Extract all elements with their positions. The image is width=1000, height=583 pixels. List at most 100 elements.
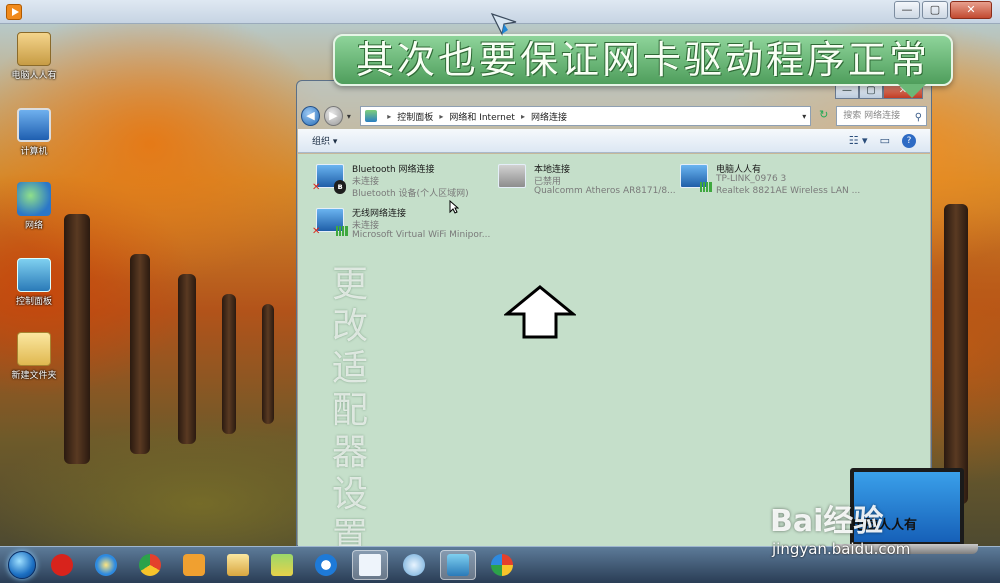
tree-trunk [64,214,90,464]
organize-menu-button[interactable]: 组织 ▾ [312,134,337,147]
taskbar-app-1[interactable] [44,550,80,580]
wifi-signal-icon [336,226,348,236]
player-app-icon [6,4,22,20]
bluetooth-icon: ʙ [334,180,346,194]
control-panel-icon [447,554,469,576]
user-folder-icon [17,32,51,66]
annotation-char: 改 [331,306,368,347]
taskbar-app-10[interactable] [396,550,432,580]
breadcrumb-control-panel[interactable]: 控制面板 [397,110,433,123]
address-bar: ◀ ▶ ▾ ▸ 控制面板 ▸ 网络和 Internet ▸ 网络连接 ▾ ↻ 搜… [301,105,928,127]
computer-icon [17,108,51,142]
player-maximize-button[interactable]: ▢ [922,1,948,19]
connection-bluetooth[interactable]: ✕ ʙ Bluetooth 网络连接 未连接 Bluetooth 设备(个人区域… [312,160,490,204]
taskbar-explorer[interactable] [220,550,256,580]
desktop-icon-new-folder[interactable]: 新建文件夹 [4,332,64,381]
start-orb-icon[interactable] [8,551,36,579]
tree-trunk [130,254,150,454]
watermark-url: jingyan.baidu.com [772,540,911,558]
desktop-icon-label: 控制面板 [15,297,52,307]
internet-explorer-icon [95,554,117,576]
history-dropdown-icon[interactable]: ▾ [347,112,356,121]
tree-trunk [178,274,196,444]
app-red-circle-icon [51,554,73,576]
taskbar-paint[interactable] [484,550,520,580]
mouse-pointer-icon [449,200,459,214]
desktop-icon-user[interactable]: 电脑人人有 [4,32,64,81]
network-globe-icon [17,182,51,216]
annotation-char: 更 [331,264,368,305]
taskbar-app-7[interactable] [264,550,300,580]
app-blue-ring-icon [315,554,337,576]
tree-trunk [222,294,236,434]
media-player-icon [183,554,205,576]
connection-wireless-active[interactable]: 电脑人人有 TP-LINK_0976 3 Realtek 8821AE Wire… [676,160,860,204]
desktop-icon-control-panel[interactable]: 控制面板 [4,258,64,307]
connection-device: Realtek 8821AE Wireless LAN ... [716,186,861,196]
paint-palette-icon [491,554,513,576]
taskbar-document[interactable] [352,550,388,580]
back-arrow-icon[interactable]: ◀ [301,106,320,126]
connection-local[interactable]: 本地连接 已禁用 Qualcomm Atheros AR8171/8... [494,160,676,204]
taskbar-app-8[interactable] [308,550,344,580]
app-flower-icon [403,554,425,576]
annotation-char: 配 [331,390,368,431]
control-panel-icon [17,258,51,292]
search-placeholder: 搜索 网络连接 [843,111,901,121]
wifi-signal-icon [700,182,712,192]
connection-status: TP-LINK_0976 3 [716,174,787,184]
tree-trunk [944,204,968,504]
address-path[interactable]: ▸ 控制面板 ▸ 网络和 Internet ▸ 网络连接 ▾ [360,106,812,126]
breadcrumb-network-internet[interactable]: 网络和 Internet [449,110,515,123]
taskbar-control-panel[interactable] [440,550,476,580]
network-connections-window: — ▢ ✕ ◀ ▶ ▾ ▸ 控制面板 ▸ 网络和 Internet ▸ 网络连接… [296,80,932,557]
refresh-icon[interactable]: ↻ [815,106,832,126]
annotation-char: 设 [331,474,368,515]
baidu-watermark-logo: Bai经验 [770,496,883,540]
watermark-brand-text: Bai经验 [770,504,884,539]
tree-trunk [262,304,274,424]
desktop-icon-computer[interactable]: 计算机 [4,108,64,157]
taskbar-chrome[interactable] [132,550,168,580]
taskbar-media[interactable] [176,550,212,580]
player-close-button[interactable]: ✕ [950,1,992,19]
player-minimize-button[interactable]: — [894,1,920,19]
connection-device: Bluetooth 设备(个人区域网) [352,189,469,199]
instruction-banner: 其次也要保证网卡驱动程序正常 [333,34,953,86]
command-bar: 组织 ▾ ☷ ▾ ▭ ? [298,129,930,153]
connection-wireless-virtual[interactable]: ✕ 无线网络连接 未连接 Microsoft Virtual WiFi Mini… [312,204,490,248]
cursor-arrow-icon [490,12,517,36]
breadcrumb-network-connections[interactable]: 网络连接 [531,110,567,123]
app-map-icon [271,554,293,576]
search-input[interactable]: 搜索 网络连接 ⚲ [836,106,928,126]
address-dropdown-icon[interactable]: ▾ [802,112,806,121]
disconnected-x-icon: ✕ [312,226,321,237]
chrome-icon [139,554,161,576]
chevron-right-icon[interactable]: ▸ [439,112,443,121]
annotation-char: 器 [331,432,368,473]
chevron-right-icon[interactable]: ▸ [387,112,391,121]
desktop-icon-label: 新建文件夹 [11,371,57,381]
control-panel-icon [365,110,378,122]
vertical-annotation-text: 更 改 适 配 器 设 置 [328,264,372,558]
view-options-icon[interactable]: ☷ ▾ [849,134,868,147]
connection-device: Microsoft Virtual WiFi Minipor... [352,230,491,240]
file-explorer-icon [227,554,249,576]
forward-arrow-icon[interactable]: ▶ [323,106,343,126]
player-window-controls: — ▢ ✕ [894,1,992,19]
desktop-icon-label: 电脑人人有 [11,71,57,81]
ethernet-icon [498,164,526,188]
desktop-icon-network[interactable]: 网络 [4,182,64,231]
taskbar-ie[interactable] [88,550,124,580]
chevron-right-icon[interactable]: ▸ [521,112,525,121]
up-arrow-annotation-icon [504,285,576,339]
desktop-icon-label: 计算机 [20,147,48,157]
connections-list: ✕ ʙ Bluetooth 网络连接 未连接 Bluetooth 设备(个人区域… [298,154,930,557]
search-icon: ⚲ [914,112,923,123]
help-icon[interactable]: ? [902,133,916,148]
annotation-char: 适 [331,348,368,389]
preview-pane-icon[interactable]: ▭ [880,134,890,147]
connection-device: Qualcomm Atheros AR8171/8... [534,186,676,196]
folder-icon [17,332,51,366]
document-icon [359,554,381,576]
